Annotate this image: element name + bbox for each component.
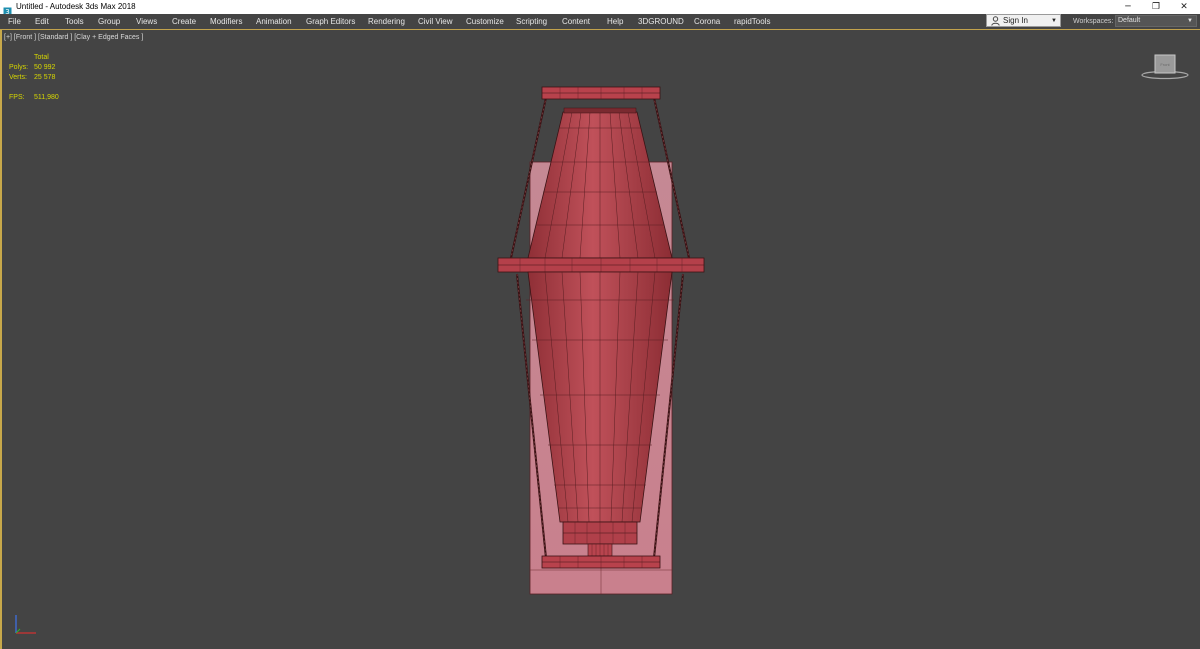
menu-modifiers[interactable]: Modifiers: [210, 14, 242, 29]
polys-value: 50 992: [34, 64, 56, 71]
viewport-label[interactable]: [+] [Front ] [Standard ] [Clay + Edged F…: [4, 34, 143, 41]
menu-animation[interactable]: Animation: [256, 14, 292, 29]
model-viewport-object[interactable]: [490, 80, 710, 600]
menu-create[interactable]: Create: [172, 14, 196, 29]
workspaces-select[interactable]: Default ▼: [1115, 15, 1197, 27]
workspaces-label: Workspaces:: [1073, 18, 1114, 25]
menu-group[interactable]: Group: [98, 14, 120, 29]
menu-edit[interactable]: Edit: [35, 14, 49, 29]
menu-customize[interactable]: Customize: [466, 14, 504, 29]
verts-label: Verts:: [9, 74, 27, 81]
viewcube[interactable]: Front: [1140, 52, 1190, 82]
bottom-disk: [541, 555, 661, 569]
middle-disk: [497, 257, 705, 273]
menu-graph-editors[interactable]: Graph Editors: [306, 14, 355, 29]
close-button[interactable]: ✕: [1171, 0, 1197, 14]
chevron-down-icon: ▼: [1187, 18, 1193, 24]
upper-body: [527, 107, 673, 259]
menu-civil-view[interactable]: Civil View: [418, 14, 453, 29]
minimize-button[interactable]: ─: [1115, 0, 1141, 14]
app-logo-icon[interactable]: 3: [3, 3, 12, 16]
fps-label: FPS:: [9, 94, 25, 101]
sign-in-label: Sign In: [1003, 16, 1028, 25]
window-title: Untitled - Autodesk 3ds Max 2018: [16, 2, 136, 11]
menu-tools[interactable]: Tools: [65, 14, 84, 29]
menu-file[interactable]: File: [8, 14, 21, 29]
chevron-down-icon: ▼: [1051, 18, 1057, 24]
verts-value: 25 578: [34, 74, 56, 81]
menu-rapidtools[interactable]: rapidTools: [734, 14, 770, 29]
workspaces-value: Default: [1118, 17, 1141, 24]
polys-label: Polys:: [9, 64, 29, 71]
menu-corona[interactable]: Corona: [694, 14, 720, 29]
menu-help[interactable]: Help: [607, 14, 623, 29]
user-icon: [991, 16, 1000, 28]
axis-triad-icon: [12, 612, 42, 638]
menu-rendering[interactable]: Rendering: [368, 14, 405, 29]
fps-value: 511,980: [34, 94, 59, 101]
title-bar: 3 Untitled - Autodesk 3ds Max 2018 ─ ❐ ✕: [0, 0, 1200, 16]
viewcube-face-label: Front: [1160, 62, 1170, 67]
stats-header: Total: [34, 54, 49, 61]
top-disk: [541, 86, 661, 100]
menu-scripting[interactable]: Scripting: [516, 14, 547, 29]
menu-3dground[interactable]: 3DGROUND: [638, 14, 684, 29]
menu-content[interactable]: Content: [562, 14, 590, 29]
restore-button[interactable]: ❐: [1143, 0, 1169, 14]
menu-views[interactable]: Views: [136, 14, 157, 29]
sign-in-dropdown[interactable]: Sign In ▼: [986, 14, 1061, 27]
